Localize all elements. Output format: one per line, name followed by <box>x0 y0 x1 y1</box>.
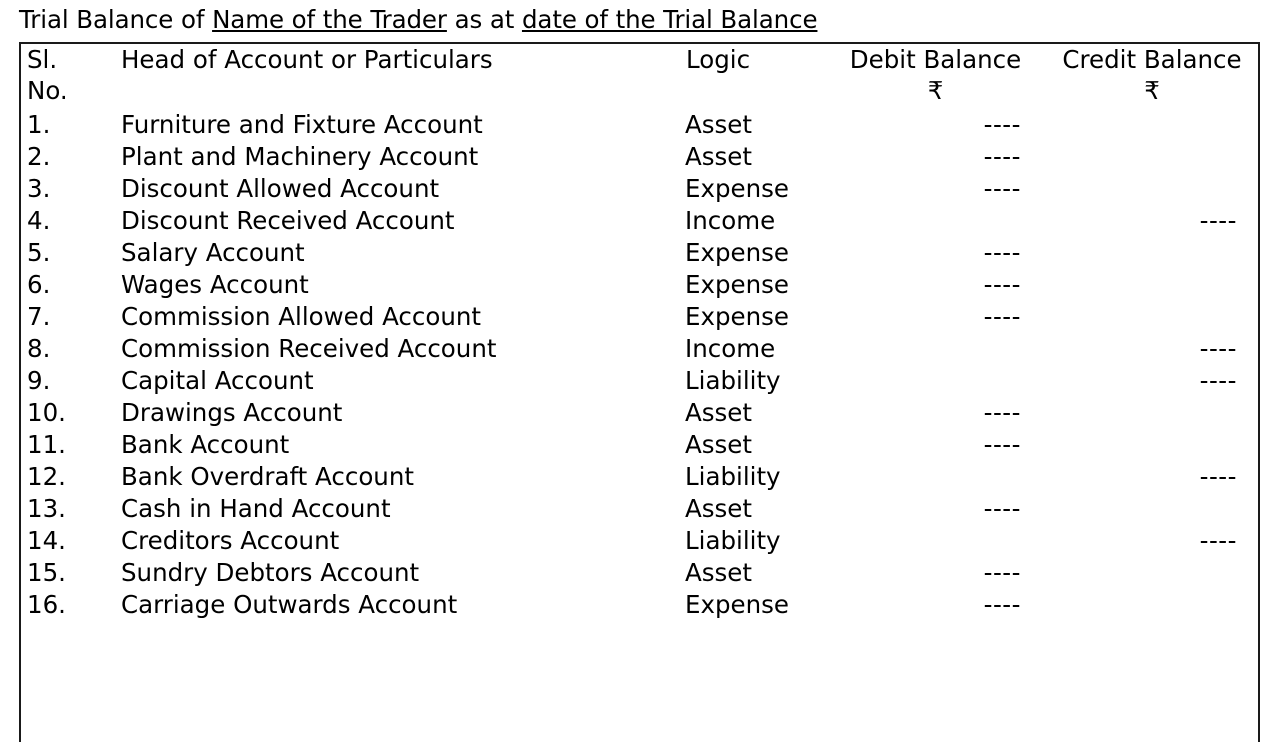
column-cells-logic: Asset Asset Expense Income Expense Expense Exp… <box>680 107 827 742</box>
column-cells-particulars: Furniture and Fixture Account Plant and M… <box>115 107 680 742</box>
cell-sl-no: 16. <box>27 590 66 619</box>
cell-logic: Expense <box>685 590 789 619</box>
cell-logic: Income <box>685 206 776 235</box>
cell-particulars: Plant and Machinery Account <box>121 142 479 171</box>
column-header-sl-no: Sl. No. <box>21 44 115 107</box>
cell-sl-no: 5. <box>27 238 51 267</box>
table-header-row: Sl. No. Head of Account or Particulars L… <box>21 44 1260 107</box>
cell-debit-balance: ---- <box>983 590 1021 619</box>
column-header-particulars-label: Head of Account or Particulars <box>121 45 493 74</box>
cell-sl-no: 15. <box>27 558 66 587</box>
column-header-credit-label: Credit Balance <box>1062 45 1242 74</box>
cell-credit-balance: ---- <box>1199 526 1237 555</box>
cell-logic: Asset <box>685 494 752 523</box>
cell-particulars: Commission Received Account <box>121 334 497 363</box>
cell-sl-no: 12. <box>27 462 66 491</box>
sl-no-stack: 1. 2. 3. 4. 5. 6. 7. 8. 9. 10. 11. 12. 13. 14. 15. 16. <box>21 107 115 621</box>
cell-sl-no: 7. <box>27 302 51 331</box>
table-body: 1. 2. 3. 4. 5. 6. 7. 8. 9. 10. 11. 12. 13. 14. 15. 16. … <box>21 107 1260 742</box>
cell-logic: Asset <box>685 110 752 139</box>
rupee-symbol-debit-icon: ₹ <box>927 76 944 105</box>
column-header-logic-label: Logic <box>686 45 751 74</box>
title-prefix: Trial Balance of <box>19 5 213 34</box>
cell-debit-balance: ---- <box>983 270 1021 299</box>
cell-logic: Expense <box>685 174 789 203</box>
cell-logic: Asset <box>685 558 752 587</box>
cell-debit-balance: ---- <box>983 302 1021 331</box>
cell-logic: Liability <box>685 366 781 395</box>
rupee-symbol-credit-icon: ₹ <box>1144 76 1160 105</box>
title-trader-placeholder: Name of the Trader <box>212 5 447 34</box>
cell-debit-balance: ---- <box>983 142 1021 171</box>
cell-particulars: Carriage Outwards Account <box>121 590 458 619</box>
cell-particulars: Capital Account <box>121 366 314 395</box>
cell-logic: Expense <box>685 238 789 267</box>
trial-balance-table-wrapper: Sl. No. Head of Account or Particulars L… <box>19 42 1260 742</box>
cell-particulars: Discount Allowed Account <box>121 174 440 203</box>
title-date-placeholder: date of the Trial Balance <box>521 5 818 34</box>
cell-particulars: Bank Overdraft Account <box>121 462 414 491</box>
debit-stack: ---- ---- ---- ---- ---- ---- ---- ---- ---- … <box>827 107 1044 621</box>
cell-credit-balance: ---- <box>1199 462 1237 491</box>
cell-sl-no: 9. <box>27 366 51 395</box>
page-title: Trial Balance of Name of the Trader as a… <box>19 5 818 35</box>
title-middle: as at <box>446 5 522 34</box>
cell-particulars: Furniture and Fixture Account <box>121 110 483 139</box>
cell-particulars: Sundry Debtors Account <box>121 558 420 587</box>
cell-debit-balance: ---- <box>983 174 1021 203</box>
cell-credit-balance: ---- <box>1199 334 1237 363</box>
cell-debit-balance: ---- <box>983 398 1021 427</box>
cell-logic: Liability <box>685 462 781 491</box>
column-header-debit-balance: Debit Balance ₹ <box>827 44 1044 107</box>
cell-logic: Asset <box>685 142 752 171</box>
cell-logic: Liability <box>685 526 781 555</box>
cell-sl-no: 13. <box>27 494 66 523</box>
cell-sl-no: 6. <box>27 270 51 299</box>
cell-logic: Asset <box>685 398 752 427</box>
cell-particulars: Salary Account <box>121 238 305 267</box>
trial-balance-table: Sl. No. Head of Account or Particulars L… <box>21 44 1260 742</box>
cell-particulars: Bank Account <box>121 430 290 459</box>
cell-sl-no: 11. <box>27 430 66 459</box>
cell-debit-balance: ---- <box>983 110 1021 139</box>
cell-debit-balance: ---- <box>983 430 1021 459</box>
column-header-debit-label: Debit Balance <box>849 45 1022 74</box>
cell-sl-no: 4. <box>27 206 51 235</box>
cell-sl-no: 8. <box>27 334 51 363</box>
cell-particulars: Drawings Account <box>121 398 343 427</box>
cell-particulars: Cash in Hand Account <box>121 494 391 523</box>
cell-logic: Expense <box>685 302 789 331</box>
column-header-sl-no-line2: No. <box>27 76 68 105</box>
cell-credit-balance: ---- <box>1199 366 1237 395</box>
trial-balance-page: Trial Balance of Name of the Trader as a… <box>0 0 1280 742</box>
particulars-stack: Furniture and Fixture Account Plant and M… <box>115 107 680 621</box>
column-header-sl-no-line1: Sl. <box>27 45 58 74</box>
column-cells-sl-no: 1. 2. 3. 4. 5. 6. 7. 8. 9. 10. 11. 12. 13. 14. 15. 16. <box>21 107 115 742</box>
column-header-logic: Logic <box>680 44 827 107</box>
column-cells-credit: ---- ---- ---- ---- ---- <box>1044 107 1260 742</box>
column-header-particulars: Head of Account or Particulars <box>115 44 680 107</box>
cell-logic: Asset <box>685 430 752 459</box>
cell-debit-balance: ---- <box>983 558 1021 587</box>
cell-particulars: Commission Allowed Account <box>121 302 482 331</box>
column-header-credit-balance: Credit Balance ₹ <box>1044 44 1260 107</box>
cell-sl-no: 10. <box>27 398 66 427</box>
cell-particulars: Discount Received Account <box>121 206 455 235</box>
cell-sl-no: 14. <box>27 526 66 555</box>
cell-particulars: Wages Account <box>121 270 309 299</box>
cell-particulars: Creditors Account <box>121 526 340 555</box>
cell-logic: Income <box>685 334 776 363</box>
cell-sl-no: 1. <box>27 110 51 139</box>
cell-sl-no: 2. <box>27 142 51 171</box>
cell-credit-balance: ---- <box>1199 206 1237 235</box>
cell-debit-balance: ---- <box>983 238 1021 267</box>
cell-debit-balance: ---- <box>983 494 1021 523</box>
column-cells-debit: ---- ---- ---- ---- ---- ---- ---- ---- ---- … <box>827 107 1044 742</box>
logic-stack: Asset Asset Expense Income Expense Expense Exp… <box>680 107 827 621</box>
cell-logic: Expense <box>685 270 789 299</box>
credit-stack: ---- ---- ---- ---- ---- <box>1044 107 1260 621</box>
cell-sl-no: 3. <box>27 174 51 203</box>
